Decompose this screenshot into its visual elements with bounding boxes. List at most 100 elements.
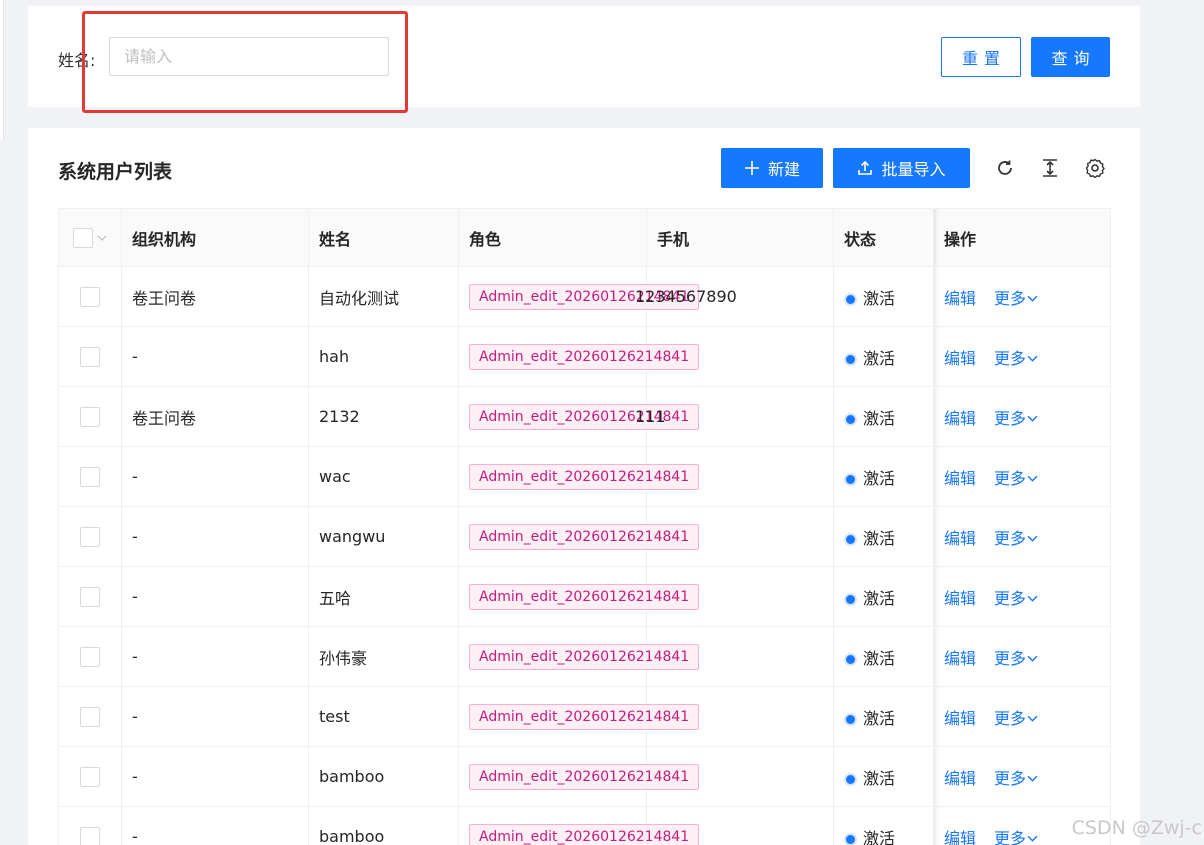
edit-link[interactable]: 编辑 bbox=[944, 829, 976, 845]
chevron-down-icon bbox=[1027, 535, 1038, 542]
row-checkbox[interactable] bbox=[80, 406, 100, 427]
edit-link[interactable]: 编辑 bbox=[944, 289, 976, 308]
role-tag: Admin_edit_20260126214841 bbox=[469, 583, 700, 610]
actions-cell: 编辑 更多 bbox=[933, 626, 1111, 687]
list-title: 系统用户列表 bbox=[58, 161, 173, 183]
role-cell: Admin_edit_20260126214841 bbox=[458, 266, 700, 327]
more-dropdown[interactable]: 更多 bbox=[994, 709, 1038, 728]
more-label: 更多 bbox=[994, 648, 1027, 668]
actions-cell: 编辑 更多 bbox=[933, 446, 1111, 507]
row-checkbox[interactable] bbox=[80, 826, 100, 845]
row-checkbox[interactable] bbox=[80, 466, 100, 487]
more-dropdown[interactable]: 更多 bbox=[994, 589, 1038, 608]
status-cell: 激活 bbox=[833, 566, 934, 627]
edit-link[interactable]: 编辑 bbox=[944, 769, 976, 788]
header-role: 角色 bbox=[458, 208, 647, 267]
org-cell: 卷王问卷 bbox=[121, 386, 309, 447]
status-text: 激活 bbox=[863, 708, 896, 728]
status-dot bbox=[846, 474, 855, 484]
name-cell: wac bbox=[308, 446, 459, 507]
row-checkbox[interactable] bbox=[80, 766, 100, 787]
name-cell: 五哈 bbox=[308, 566, 459, 627]
status-cell: 激活 bbox=[833, 326, 934, 387]
more-label: 更多 bbox=[994, 288, 1027, 308]
role-tag: Admin_edit_20260126214841 bbox=[469, 523, 700, 550]
edit-link[interactable]: 编辑 bbox=[944, 469, 976, 488]
more-dropdown[interactable]: 更多 bbox=[994, 649, 1038, 668]
chevron-down-icon[interactable] bbox=[97, 233, 107, 243]
org-cell: - bbox=[121, 566, 309, 627]
table-row: 卷王问卷 自动化测试 Admin_edit_20260126214841 123… bbox=[58, 266, 1111, 327]
status-cell: 激活 bbox=[833, 806, 934, 845]
more-dropdown[interactable]: 更多 bbox=[994, 289, 1038, 308]
row-select-cell bbox=[58, 566, 122, 627]
upload-icon bbox=[858, 160, 873, 175]
table-row: - wac Admin_edit_20260126214841 激活 编辑 更多 bbox=[58, 446, 1111, 507]
row-select-cell bbox=[58, 506, 122, 567]
query-button[interactable]: 查询 bbox=[1031, 37, 1110, 77]
role-cell: Admin_edit_20260126214841 bbox=[458, 326, 700, 387]
name-label: 姓名: bbox=[58, 51, 96, 70]
chevron-down-icon bbox=[1027, 775, 1038, 782]
more-label: 更多 bbox=[994, 408, 1027, 428]
org-cell: - bbox=[121, 626, 309, 687]
name-cell: wangwu bbox=[308, 506, 459, 567]
edit-link[interactable]: 编辑 bbox=[944, 349, 976, 368]
user-list-panel: 系统用户列表 新建 批量导入 组织机构 姓名 角色 手机 状态 操作 卷王问卷 … bbox=[28, 128, 1140, 845]
more-label: 更多 bbox=[994, 828, 1027, 845]
row-checkbox[interactable] bbox=[80, 526, 100, 547]
name-cell: bamboo bbox=[308, 806, 459, 845]
org-cell: 卷王问卷 bbox=[121, 266, 309, 327]
row-select-cell bbox=[58, 686, 122, 747]
edit-link[interactable]: 编辑 bbox=[944, 409, 976, 428]
more-dropdown[interactable]: 更多 bbox=[994, 469, 1038, 488]
status-cell: 激活 bbox=[833, 506, 934, 567]
more-dropdown[interactable]: 更多 bbox=[994, 349, 1038, 368]
column-height-icon[interactable] bbox=[1038, 156, 1062, 180]
more-dropdown[interactable]: 更多 bbox=[994, 769, 1038, 788]
row-checkbox[interactable] bbox=[80, 646, 100, 667]
new-button-label: 新建 bbox=[767, 160, 800, 179]
status-cell: 激活 bbox=[833, 626, 934, 687]
refresh-icon[interactable] bbox=[993, 156, 1017, 180]
row-checkbox[interactable] bbox=[80, 706, 100, 727]
header-org: 组织机构 bbox=[121, 208, 309, 267]
org-cell: - bbox=[121, 446, 309, 507]
name-cell: bamboo bbox=[308, 746, 459, 807]
row-select-cell bbox=[58, 446, 122, 507]
table-row: 卷王问卷 2132 Admin_edit_20260126214841 111 … bbox=[58, 386, 1111, 447]
header-status: 状态 bbox=[833, 208, 934, 267]
reset-button[interactable]: 重置 bbox=[941, 37, 1021, 77]
edit-link[interactable]: 编辑 bbox=[944, 529, 976, 548]
row-checkbox[interactable] bbox=[80, 286, 100, 307]
status-dot bbox=[846, 414, 855, 424]
role-cell: Admin_edit_20260126214841 bbox=[458, 386, 700, 447]
more-dropdown[interactable]: 更多 bbox=[994, 409, 1038, 428]
status-text: 激活 bbox=[863, 408, 896, 428]
status-dot bbox=[846, 594, 855, 604]
batch-import-label: 批量导入 bbox=[881, 160, 946, 179]
org-cell: - bbox=[121, 326, 309, 387]
edit-link[interactable]: 编辑 bbox=[944, 589, 976, 608]
new-button[interactable]: 新建 bbox=[721, 148, 823, 188]
table-header-row: 组织机构 姓名 角色 手机 状态 操作 bbox=[58, 208, 1111, 267]
status-text: 激活 bbox=[863, 828, 896, 845]
batch-import-button[interactable]: 批量导入 bbox=[833, 148, 970, 188]
more-dropdown[interactable]: 更多 bbox=[994, 829, 1038, 845]
edit-link[interactable]: 编辑 bbox=[944, 649, 976, 668]
watermark: CSDN @Zwj-c bbox=[1071, 817, 1202, 839]
row-checkbox[interactable] bbox=[80, 346, 100, 367]
status-cell: 激活 bbox=[833, 386, 934, 447]
select-all-checkbox[interactable] bbox=[73, 227, 93, 248]
edit-link[interactable]: 编辑 bbox=[944, 709, 976, 728]
name-search-input[interactable] bbox=[109, 37, 389, 76]
role-cell: Admin_edit_20260126214841 bbox=[458, 446, 700, 507]
row-checkbox[interactable] bbox=[80, 586, 100, 607]
actions-cell: 编辑 更多 bbox=[933, 566, 1111, 627]
name-cell: hah bbox=[308, 326, 459, 387]
name-cell: test bbox=[308, 686, 459, 747]
status-cell: 激活 bbox=[833, 686, 934, 747]
setting-icon[interactable] bbox=[1083, 156, 1107, 180]
row-select-cell bbox=[58, 266, 122, 327]
more-dropdown[interactable]: 更多 bbox=[994, 529, 1038, 548]
